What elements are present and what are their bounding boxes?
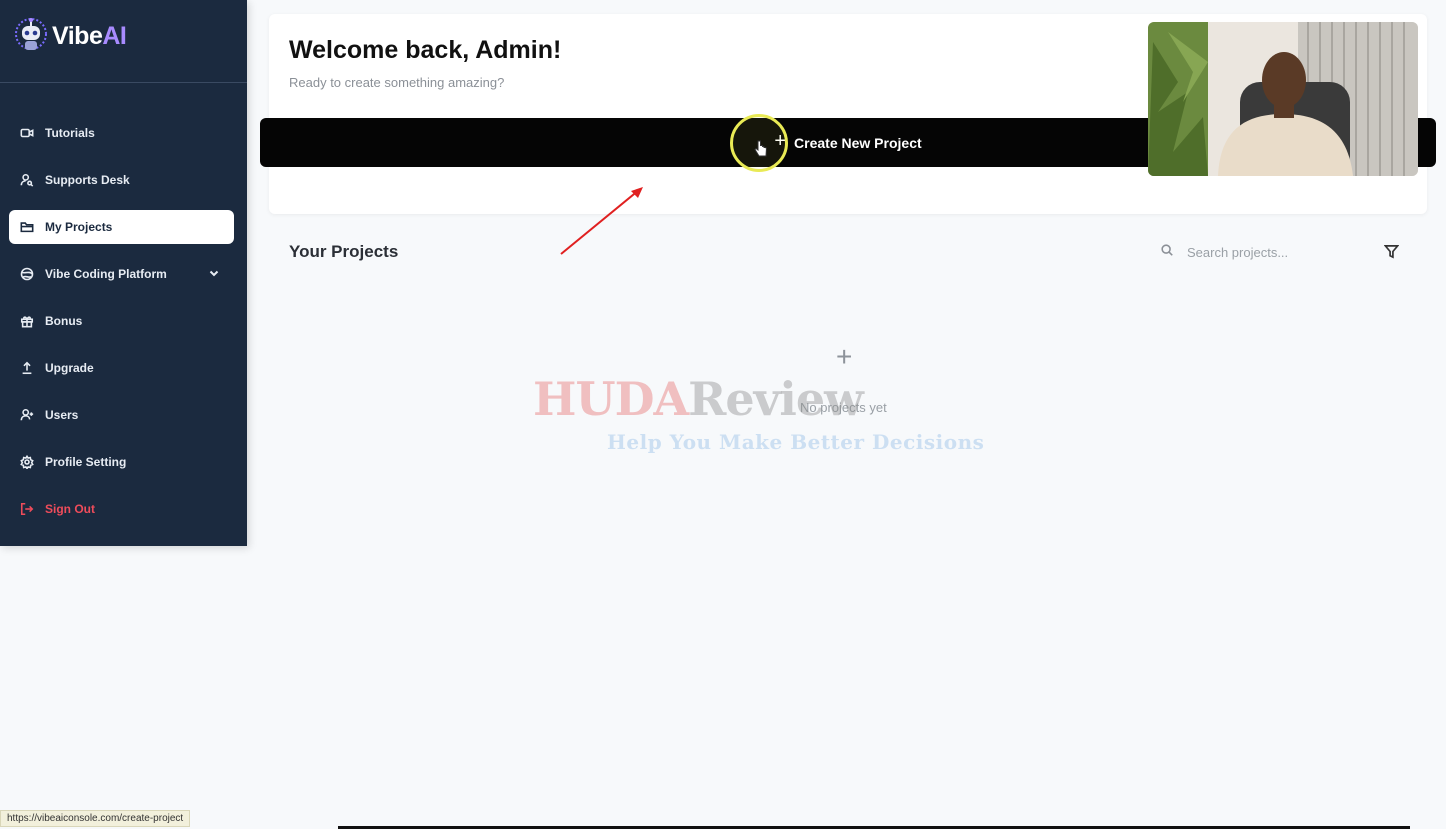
sidebar-item-label: Bonus — [45, 314, 83, 328]
create-new-project-label: Create New Project — [794, 134, 922, 151]
sidebar-item-label: Supports Desk — [45, 173, 130, 187]
brand-name: VibeAI — [52, 21, 127, 50]
sidebar-item-users[interactable]: Users — [9, 398, 234, 432]
user-plus-icon — [19, 407, 35, 423]
video-icon — [19, 125, 35, 141]
hand-cursor-icon — [754, 140, 768, 158]
annotation-arrow — [560, 187, 643, 255]
search-input[interactable] — [1187, 244, 1357, 260]
globe-icon — [19, 266, 35, 282]
filter-icon[interactable] — [1383, 244, 1400, 260]
sidebar-item-label: Sign Out — [45, 502, 95, 516]
sidebar-item-label: Profile Setting — [45, 455, 127, 469]
sidebar-item-label: Vibe Coding Platform — [45, 267, 167, 281]
sidebar-item-profile-setting[interactable]: Profile Setting — [9, 445, 234, 479]
sidebar-item-bonus[interactable]: Bonus — [9, 304, 234, 338]
search-box — [1160, 240, 1360, 264]
page-subtitle: Ready to create something amazing? — [289, 75, 505, 90]
chevron-down-icon[interactable] — [208, 267, 222, 281]
folder-icon — [19, 219, 35, 235]
page-title: Welcome back, Admin! — [289, 36, 562, 64]
status-bar-url: https://vibeaiconsole.com/create-project — [0, 810, 191, 827]
sidebar-item-upgrade[interactable]: Upgrade — [9, 351, 234, 385]
section-title-your-projects: Your Projects — [289, 242, 399, 261]
search-icon — [1160, 243, 1174, 262]
sidebar: VibeAI Tutorials Supports Desk My Projec… — [0, 0, 247, 546]
logout-icon — [19, 501, 35, 517]
sidebar-divider — [0, 82, 247, 83]
sidebar-item-supports-desk[interactable]: Supports Desk — [9, 163, 234, 197]
gift-icon — [19, 313, 35, 329]
sidebar-item-sign-out[interactable]: Sign Out — [9, 492, 234, 526]
sidebar-item-label: Users — [45, 408, 79, 422]
webcam-overlay — [1148, 22, 1418, 176]
sidebar-item-vibe-coding-platform[interactable]: Vibe Coding Platform — [9, 257, 234, 291]
user-search-icon — [19, 172, 35, 188]
sidebar-item-tutorials[interactable]: Tutorials — [9, 116, 234, 150]
sidebar-item-label: Tutorials — [45, 126, 95, 140]
sidebar-item-my-projects[interactable]: My Projects — [9, 210, 234, 244]
sidebar-item-label: Upgrade — [45, 361, 94, 375]
empty-plus-icon[interactable]: + — [836, 343, 852, 371]
robot-logo-icon — [14, 16, 48, 56]
watermark-tagline: Help You Make Better Decisions — [607, 430, 985, 454]
gear-icon — [19, 454, 35, 470]
watermark-logo: HUDAReview — [533, 372, 864, 426]
upload-icon — [19, 360, 35, 376]
brand-logo[interactable]: VibeAI — [14, 12, 127, 60]
sidebar-item-label: My Projects — [45, 220, 113, 234]
